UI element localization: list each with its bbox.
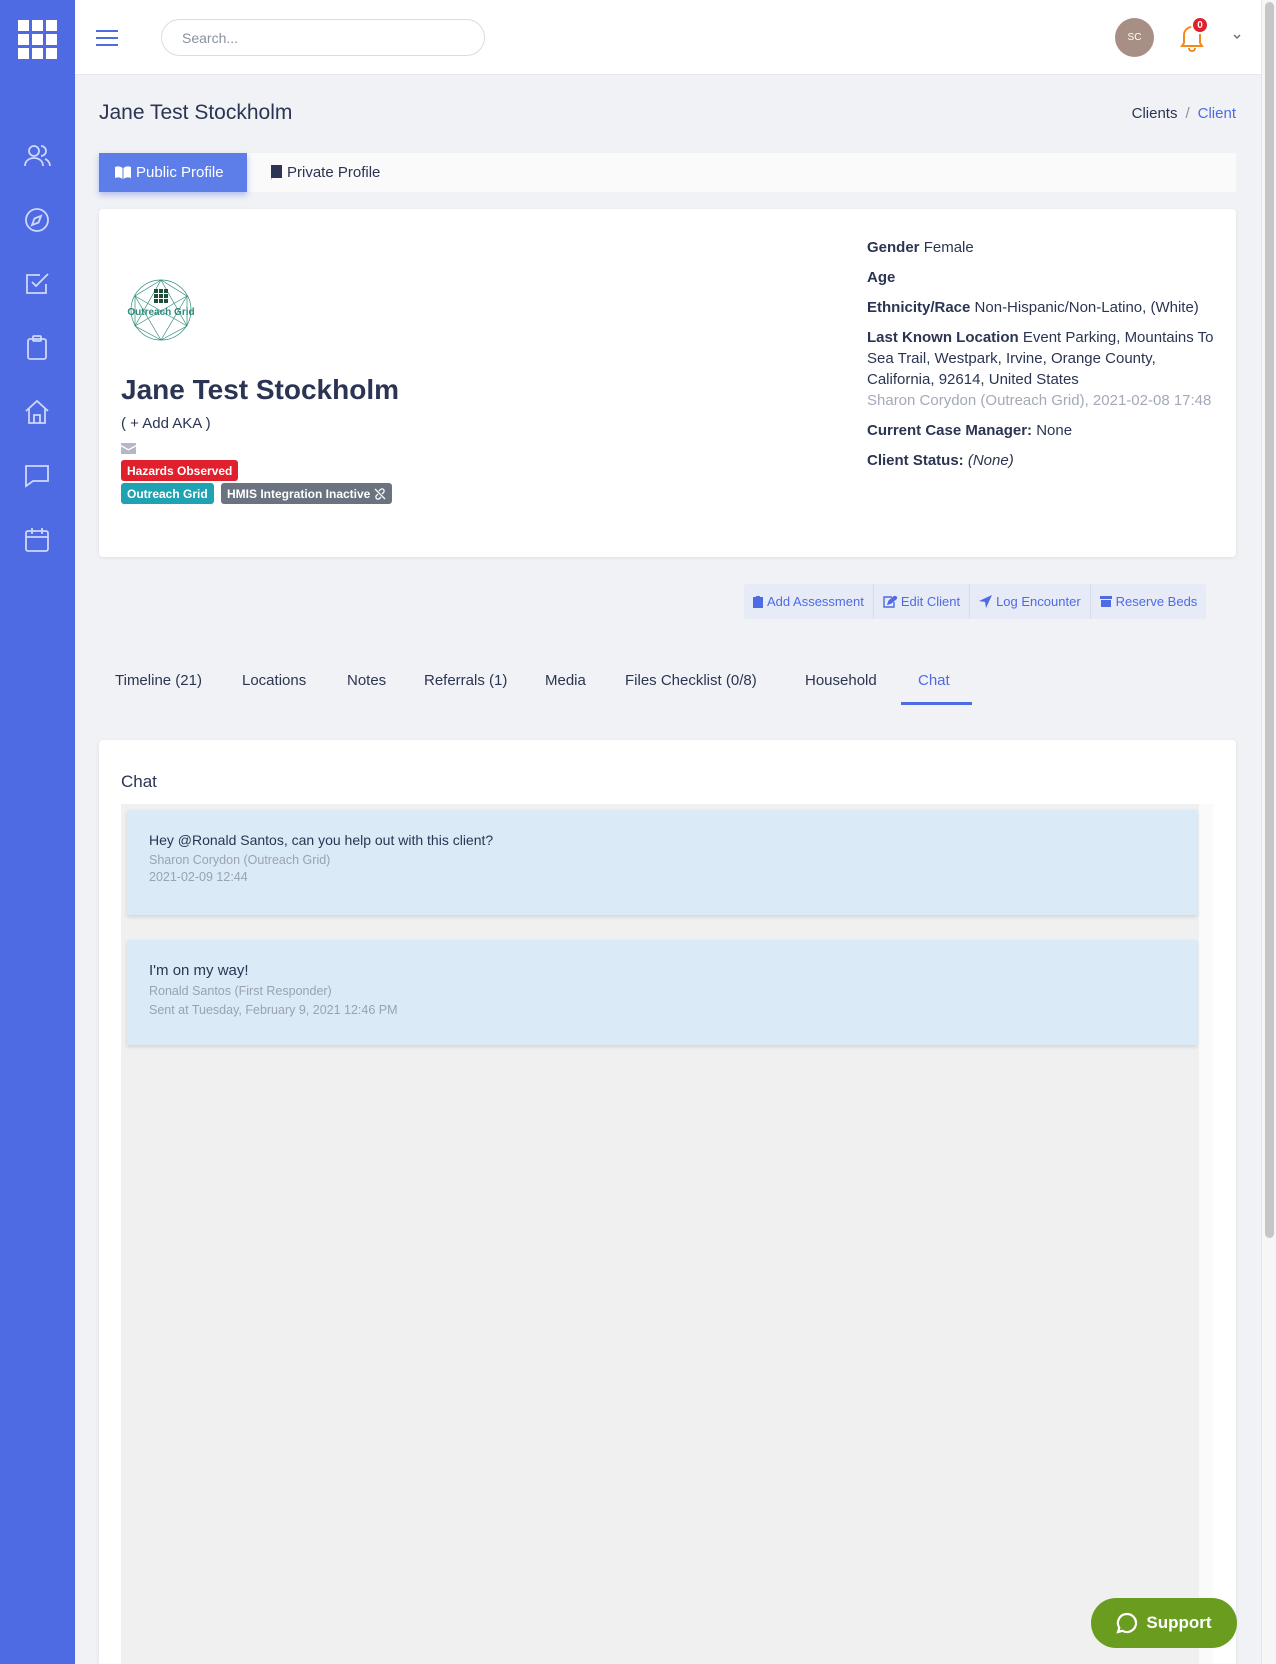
archive-icon [1099, 596, 1112, 607]
outreach-grid-logo: Outreach Grid [127, 279, 195, 341]
tab-private-profile[interactable]: Private Profile [254, 153, 396, 192]
notification-count-badge: 0 [1191, 16, 1209, 34]
gender-row: Gender Female [867, 239, 974, 256]
ethnicity-row: Ethnicity/Race Non-Hispanic/Non-Latino, … [867, 299, 1199, 316]
tab-timeline[interactable]: Timeline (21) [115, 655, 202, 705]
speech-bubble-icon [1116, 1612, 1138, 1634]
tab-files-checklist[interactable]: Files Checklist (0/8) [625, 655, 757, 705]
edit-client-button[interactable]: Edit Client [874, 584, 971, 619]
active-tab-indicator [901, 702, 972, 705]
chevron-down-icon[interactable] [1232, 32, 1242, 42]
client-name: Jane Test Stockholm [121, 374, 400, 405]
add-assessment-button[interactable]: Add Assessment [744, 584, 874, 619]
chat-message: I'm on my way! Ronald Santos (First Resp… [127, 940, 1197, 1045]
hmis-status-label: HMIS Integration Inactive [227, 486, 371, 501]
breadcrumb-clients-link[interactable]: Clients [1132, 105, 1178, 122]
hmis-status-badge: HMIS Integration Inactive [221, 483, 393, 504]
tab-referrals[interactable]: Referrals (1) [424, 655, 507, 705]
edit-icon [883, 595, 897, 608]
svg-text:Outreach Grid: Outreach Grid [127, 307, 194, 318]
tab-notes[interactable]: Notes [347, 655, 386, 705]
scrollbar[interactable] [1261, 0, 1276, 1664]
compass-icon[interactable] [22, 205, 52, 235]
book-open-icon [115, 166, 131, 179]
hazards-observed-badge: Hazards Observed [121, 460, 239, 481]
tab-private-profile-label: Private Profile [287, 164, 381, 181]
support-button[interactable]: Support [1091, 1598, 1237, 1648]
message-time: 2021-02-09 12:44 [149, 870, 248, 884]
tab-chat[interactable]: Chat [918, 655, 950, 705]
apps-grid-icon[interactable] [18, 20, 58, 60]
sidebar [0, 0, 75, 1664]
add-aka-link[interactable]: ( + Add AKA ) [121, 415, 211, 432]
search-input[interactable] [161, 19, 485, 56]
breadcrumb-separator: / [1185, 105, 1190, 122]
location-arrow-icon [979, 595, 993, 608]
log-encounter-button[interactable]: Log Encounter [970, 584, 1091, 619]
message-text: Hey @Ronald Santos, can you help out wit… [149, 832, 494, 848]
message-author: Ronald Santos (First Responder) [149, 984, 332, 998]
page-title: Jane Test Stockholm [99, 101, 293, 124]
clipboard-icon[interactable] [22, 333, 52, 363]
tab-household[interactable]: Household [805, 655, 877, 705]
client-info: Gender Female Age Ethnicity/Race Non-His… [867, 237, 1217, 480]
tab-media[interactable]: Media [545, 655, 586, 705]
breadcrumb: Clients / Client [1132, 105, 1236, 122]
book-icon [271, 165, 282, 180]
profile-tabs: Public Profile Private Profile [99, 153, 1236, 192]
message-text: I'm on my way! [149, 962, 249, 979]
client-card: Outreach Grid Jane Test Stockholm ( + Ad… [99, 209, 1236, 557]
reserve-beds-button[interactable]: Reserve Beds [1091, 584, 1207, 619]
home-icon[interactable] [22, 397, 52, 427]
clipboard-icon [753, 595, 763, 608]
support-label: Support [1146, 1613, 1212, 1632]
case-manager-row: Current Case Manager: None [867, 422, 1073, 439]
tab-public-profile-label: Public Profile [136, 164, 224, 181]
breadcrumb-current: Client [1197, 105, 1236, 122]
message-author: Sharon Corydon (Outreach Grid) [149, 853, 331, 867]
client-status-row: Client Status: (None) [867, 452, 1014, 469]
avatar[interactable]: SC [1115, 18, 1154, 57]
chat-title: Chat [121, 772, 157, 791]
chat-message: Hey @Ronald Santos, can you help out wit… [127, 810, 1197, 915]
scrollbar-thumb[interactable] [1265, 2, 1274, 1238]
organization-badge: Outreach Grid [121, 483, 214, 504]
age-row: Age [867, 269, 896, 286]
calendar-icon[interactable] [22, 525, 52, 555]
tab-public-profile[interactable]: Public Profile [99, 153, 247, 192]
chat-message-area[interactable]: Hey @Ronald Santos, can you help out wit… [121, 804, 1213, 1664]
client-actions: Add Assessment Edit Client Log Encounter… [744, 584, 1207, 619]
users-icon[interactable] [22, 141, 52, 171]
envelope-icon[interactable] [121, 443, 136, 454]
tab-locations[interactable]: Locations [242, 655, 306, 705]
checkbox-icon[interactable] [22, 269, 52, 299]
message-time: Sent at Tuesday, February 9, 2021 12:46 … [149, 1003, 398, 1017]
chat-card: Chat Hey @Ronald Santos, can you help ou… [99, 740, 1236, 1664]
unlink-icon [374, 487, 386, 500]
location-source: Sharon Corydon (Outreach Grid), 2021-02-… [867, 392, 1212, 409]
location-row: Last Known Location Event Parking, Mount… [867, 329, 1214, 409]
chat-icon[interactable] [22, 461, 52, 491]
hamburger-menu-icon[interactable] [95, 26, 119, 50]
topbar: SC 0 [75, 0, 1261, 75]
